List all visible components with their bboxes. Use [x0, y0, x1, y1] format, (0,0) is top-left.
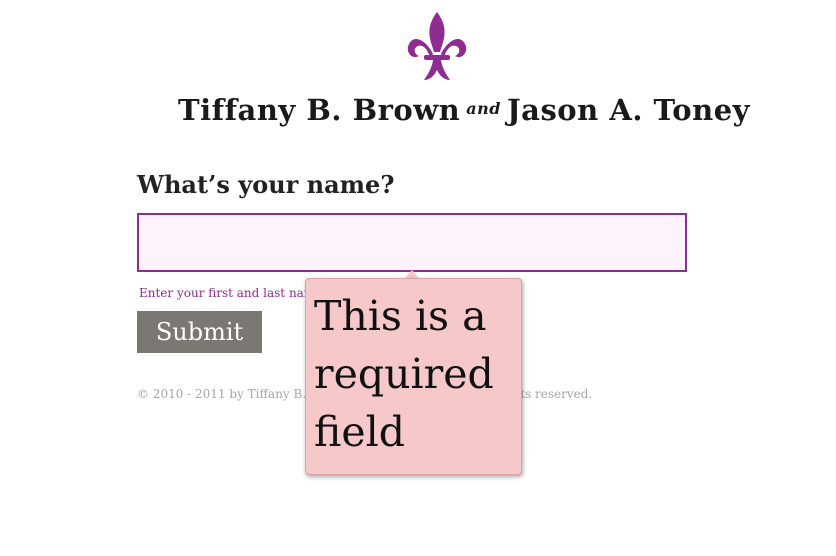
rsvp-page: Tiffany B. Brown and Jason A. Toney What’s… — [0, 0, 836, 556]
name-input[interactable] — [137, 213, 687, 272]
and-word: and — [466, 99, 501, 118]
bride-name: Tiffany B. Brown — [178, 93, 461, 127]
required-field-tooltip: This is a required field — [305, 278, 522, 475]
submit-button[interactable]: Submit — [137, 311, 262, 353]
name-question-label: What’s your name? — [137, 170, 395, 199]
couple-names: Tiffany B. Brown and Jason A. Toney — [178, 93, 749, 127]
fleur-de-lis-icon — [407, 12, 467, 80]
groom-name: Jason A. Toney — [506, 93, 750, 127]
